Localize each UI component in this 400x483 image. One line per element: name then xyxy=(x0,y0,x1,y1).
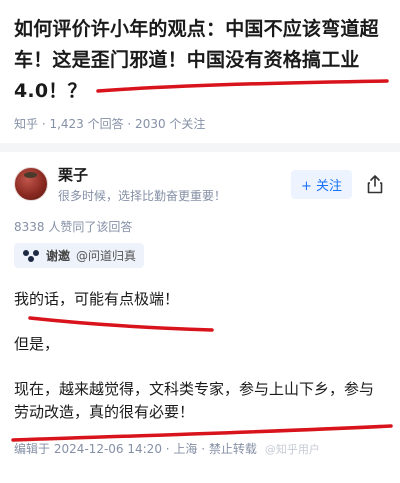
invite-chip[interactable]: 谢邀 @问道归真 xyxy=(14,243,145,268)
edit-timestamp: 编辑于 2024-12-06 14:20 · 上海 · 禁止转载 xyxy=(14,442,257,456)
question-meta: 知乎 · 1,423 个回答 · 2030 个关注 xyxy=(14,117,206,131)
avatar[interactable] xyxy=(14,167,48,201)
author-name[interactable]: 栗子 xyxy=(58,164,291,185)
answer-paragraph: 我的话，可能有点极端！ xyxy=(14,290,180,308)
answer-card: 栗子 很多时候，选择比勤奋更重要！ + 关注 8338 人赞同了该回答 谢邀 @… xyxy=(0,152,400,457)
author-info: 栗子 很多时候，选择比勤奋更重要！ xyxy=(58,164,291,204)
upvote-count: 8338 人赞同了该回答 xyxy=(14,220,133,234)
invite-label: 谢邀 xyxy=(46,249,71,263)
author-row: 栗子 很多时候，选择比勤奋更重要！ + 关注 xyxy=(14,164,384,204)
question-card: 如何评价许小年的观点：中国不应该弯道超车！这是歪门邪道！中国没有资格搞工业4.0… xyxy=(0,0,400,132)
author-bio: 很多时候，选择比勤奋更重要！ xyxy=(58,189,227,203)
follow-button[interactable]: + 关注 xyxy=(290,169,352,199)
invite-icon xyxy=(23,249,39,262)
answer-content: 我的话，可能有点极端！ 但是， 现在，越来越觉得，文科类专家，参与上山下乡，参与… xyxy=(14,288,384,424)
invite-user[interactable]: @问道归真 xyxy=(76,247,136,264)
question-title[interactable]: 如何评价许小年的观点：中国不应该弯道超车！这是歪门邪道！中国没有资格搞工业4.0… xyxy=(14,14,384,107)
section-divider xyxy=(0,143,400,152)
answer-paragraph: 现在，越来越觉得，文科类专家，参与上山下乡，参与劳动改造，真的很有必要！ xyxy=(14,380,375,421)
share-icon[interactable] xyxy=(366,174,384,194)
watermark: @知乎用户 xyxy=(264,442,320,456)
answer-paragraph: 但是， xyxy=(14,335,60,353)
edit-meta: 编辑于 2024-12-06 14:20 · 上海 · 禁止转载 @知乎用户 xyxy=(14,440,384,457)
